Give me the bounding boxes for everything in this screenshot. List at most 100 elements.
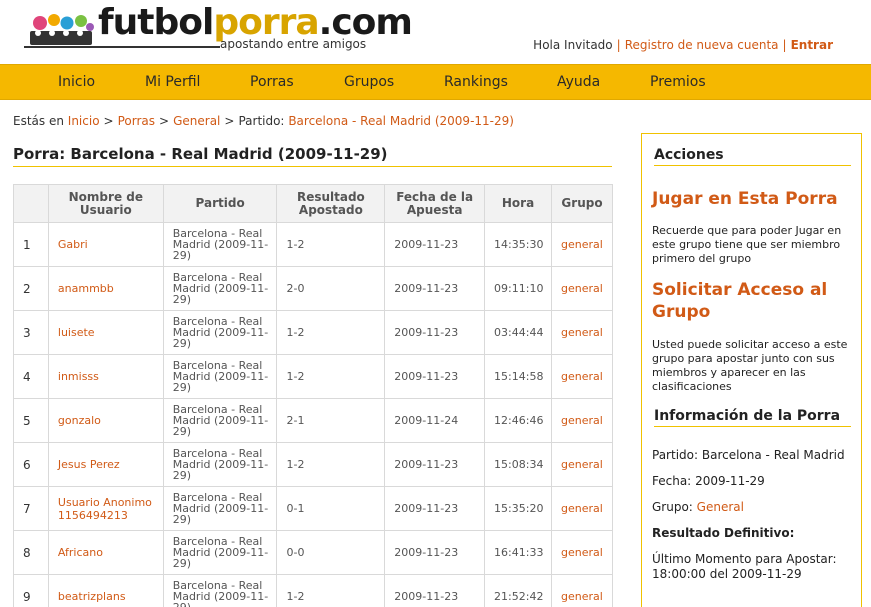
- row-number: 3: [13, 310, 49, 355]
- request-access-note: Usted puede solicitar acceso a este grup…: [652, 338, 848, 393]
- row-number: 4: [13, 354, 49, 399]
- row-date: 2009-11-23: [384, 486, 486, 531]
- group-link[interactable]: general: [561, 546, 603, 559]
- group-link[interactable]: general: [561, 590, 603, 603]
- row-result: 0-1: [276, 486, 386, 531]
- nav-porras[interactable]: Porras: [250, 74, 294, 90]
- info-partido-label: Partido:: [652, 448, 699, 462]
- user-link[interactable]: anammbb: [58, 282, 114, 295]
- row-result: 2-0: [276, 266, 386, 311]
- info-grupo-link[interactable]: General: [697, 500, 744, 514]
- register-link[interactable]: Registro de nueva cuenta: [625, 38, 779, 52]
- row-number: 6: [13, 442, 49, 487]
- nav-grupos[interactable]: Grupos: [344, 74, 394, 90]
- breadcrumb-porras[interactable]: Porras: [118, 114, 155, 128]
- user-link[interactable]: Usuario Anonimo 1156494213: [58, 496, 152, 522]
- row-number: 7: [13, 486, 49, 531]
- table-row: 1 Gabri Barcelona - Real Madrid (2009-11-2…: [13, 222, 613, 267]
- table-row: 5 gonzalo Barcelona - Real Madrid (2009-11…: [13, 398, 613, 443]
- row-match: Barcelona - Real Madrid (2009-11-29): [162, 398, 278, 443]
- breadcrumb-separator: >: [103, 114, 114, 128]
- nav-mi-perfil[interactable]: Mi Perfil: [145, 74, 200, 90]
- row-time: 14:35:30: [484, 222, 552, 267]
- user-link[interactable]: luisete: [58, 326, 95, 339]
- info-fecha: Fecha: 2009-11-29: [652, 474, 857, 489]
- divider: |: [782, 38, 787, 52]
- request-access-link[interactable]: Solicitar Acceso al Grupo: [652, 279, 857, 323]
- group-link[interactable]: general: [561, 370, 603, 383]
- breadcrumb-inicio[interactable]: Inicio: [68, 114, 100, 128]
- row-date: 2009-11-23: [384, 222, 486, 267]
- info-ultimo-label: Último Momento para Apostar:: [652, 552, 837, 566]
- greeting-text: Hola Invitado: [533, 38, 613, 52]
- play-porra-link[interactable]: Jugar en Esta Porra: [652, 188, 857, 210]
- group-link[interactable]: general: [561, 458, 603, 471]
- row-number: 8: [13, 530, 49, 575]
- user-link[interactable]: gonzalo: [58, 414, 101, 427]
- row-user-cell: inmisss: [47, 354, 164, 399]
- nav-ayuda[interactable]: Ayuda: [557, 74, 600, 90]
- main-nav: Inicio Mi Perfil Porras Grupos Rankings …: [0, 64, 871, 100]
- logo-underline: [24, 46, 220, 48]
- row-number: 1: [13, 222, 49, 267]
- row-group-cell: general: [551, 398, 613, 443]
- col-header-group: Grupo: [551, 184, 613, 223]
- user-link[interactable]: beatrizplans: [58, 590, 126, 603]
- row-group-cell: general: [551, 222, 613, 267]
- breadcrumb-general[interactable]: General: [173, 114, 220, 128]
- row-result: 1-2: [276, 442, 386, 487]
- user-link[interactable]: inmisss: [58, 370, 99, 383]
- group-link[interactable]: general: [561, 414, 603, 427]
- row-group-cell: general: [551, 574, 613, 607]
- info-grupo: Grupo: General: [652, 500, 857, 515]
- row-user-cell: Africano: [47, 530, 164, 575]
- row-group-cell: general: [551, 442, 613, 487]
- group-link[interactable]: general: [561, 326, 603, 339]
- table-header-row: Nombre de Usuario Partido Resultado Apos…: [13, 184, 613, 223]
- breadcrumb-current-match[interactable]: Barcelona - Real Madrid (2009-11-29): [288, 114, 514, 128]
- col-header-time: Hora: [484, 184, 552, 223]
- breadcrumb: Estás en Inicio > Porras > General > Partido: …: [13, 114, 514, 128]
- row-result: 2-1: [276, 398, 386, 443]
- group-link[interactable]: general: [561, 238, 603, 251]
- col-header-number: [13, 184, 49, 223]
- row-date: 2009-11-23: [384, 266, 486, 311]
- info-grupo-label: Grupo:: [652, 500, 693, 514]
- sidebar: Acciones Jugar en Esta Porra Recuerde qu…: [641, 133, 862, 607]
- table-row: 4 inmisss Barcelona - Real Madrid (2009-11…: [13, 354, 613, 399]
- row-match: Barcelona - Real Madrid (2009-11-29): [162, 530, 278, 575]
- user-link[interactable]: Africano: [58, 546, 103, 559]
- nav-rankings[interactable]: Rankings: [444, 74, 508, 90]
- row-user-cell: luisete: [47, 310, 164, 355]
- row-number: 2: [13, 266, 49, 311]
- row-number: 5: [13, 398, 49, 443]
- site-header: futbolporra.com apostando entre amigos H…: [0, 0, 871, 64]
- row-date: 2009-11-24: [384, 398, 486, 443]
- login-link[interactable]: Entrar: [791, 38, 833, 52]
- user-link[interactable]: Gabri: [58, 238, 88, 251]
- row-user-cell: Usuario Anonimo 1156494213: [47, 486, 164, 531]
- breadcrumb-prefix: Estás en: [13, 114, 64, 128]
- row-result: 1-2: [276, 574, 386, 607]
- user-link[interactable]: Jesus Perez: [58, 458, 120, 471]
- row-group-cell: general: [551, 354, 613, 399]
- group-link[interactable]: general: [561, 282, 603, 295]
- breadcrumb-current-label: Partido:: [238, 114, 285, 128]
- table-row: 7 Usuario Anonimo 1156494213 Barcelona - R…: [13, 486, 613, 531]
- row-match: Barcelona - Real Madrid (2009-11-29): [162, 266, 278, 311]
- logo-bubbles-icon: [30, 14, 94, 45]
- row-time: 15:14:58: [484, 354, 552, 399]
- table-row: 2 anammbb Barcelona - Real Madrid (2009-11…: [13, 266, 613, 311]
- row-time: 03:44:44: [484, 310, 552, 355]
- row-group-cell: general: [551, 266, 613, 311]
- porra-info-heading: Información de la Porra: [654, 408, 851, 427]
- row-user-cell: Gabri: [47, 222, 164, 267]
- group-link[interactable]: general: [561, 502, 603, 515]
- nav-inicio[interactable]: Inicio: [58, 74, 95, 90]
- site-logo[interactable]: futbolporra.com apostando entre amigos: [24, 3, 413, 55]
- row-date: 2009-11-23: [384, 442, 486, 487]
- row-date: 2009-11-23: [384, 310, 486, 355]
- nav-premios[interactable]: Premios: [650, 74, 706, 90]
- row-group-cell: general: [551, 486, 613, 531]
- info-ultimo-value: 18:00:00 del 2009-11-29: [652, 567, 802, 581]
